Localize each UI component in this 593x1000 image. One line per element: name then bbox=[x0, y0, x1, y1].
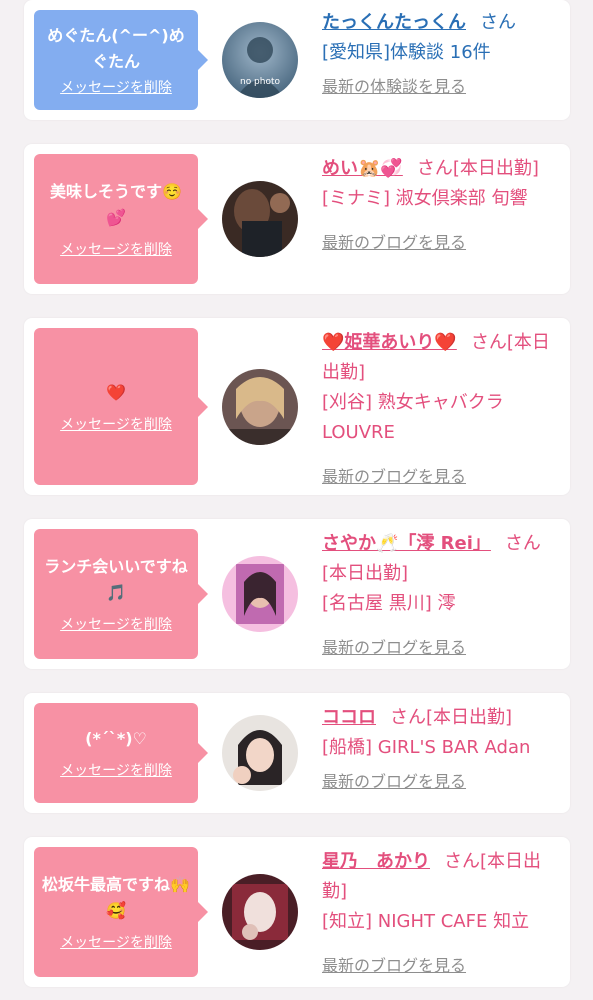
profile-info: めい🐹💞 さん[本日出勤] [ミナミ] 淑女倶楽部 旬響 最新のブログを見る bbox=[322, 154, 558, 258]
shop-info: [愛知県]体験談 16件 bbox=[322, 42, 491, 63]
profile-name-link[interactable]: ❤️姫華あいり❤️ bbox=[322, 332, 457, 353]
message-bubble: 松坂牛最高ですね🙌🥰 メッセージを削除 bbox=[34, 847, 208, 977]
message-text: ❤️ bbox=[106, 382, 126, 402]
message-bubble: ❤️ メッセージを削除 bbox=[34, 328, 208, 485]
photo-avatar[interactable] bbox=[222, 556, 298, 632]
message-card: 松坂牛最高ですね🙌🥰 メッセージを削除 星乃 あかり さん[本日出勤] [知立] … bbox=[24, 837, 570, 987]
photo-avatar[interactable] bbox=[222, 181, 298, 257]
profile-name-link[interactable]: めい🐹💞 bbox=[322, 158, 403, 179]
shop-info: [名古屋 黒川] 澪 bbox=[322, 593, 456, 614]
latest-blog-link[interactable]: 最新のブログを見る bbox=[322, 633, 558, 663]
delete-message-link[interactable]: メッセージを削除 bbox=[60, 762, 172, 780]
photo-avatar[interactable] bbox=[222, 874, 298, 950]
latest-reviews-link[interactable]: 最新の体験談を見る bbox=[322, 72, 558, 102]
profile-info: 星乃 あかり さん[本日出勤] [知立] NIGHT CAFE 知立 最新のブログ… bbox=[322, 847, 558, 981]
profile-name-link[interactable]: たっくんたっくん bbox=[322, 12, 466, 33]
message-card: ランチ会いいですね🎵 メッセージを削除 さやか🥂「澪 Rei」 さん[本日出勤] … bbox=[24, 519, 570, 669]
delete-message-link[interactable]: メッセージを削除 bbox=[60, 79, 172, 97]
honorific: さん[本日出勤] bbox=[390, 707, 513, 728]
message-text: 美味しそうです☺️💕 bbox=[50, 182, 182, 227]
latest-blog-link[interactable]: 最新のブログを見る bbox=[322, 951, 558, 981]
delete-message-link[interactable]: メッセージを削除 bbox=[60, 416, 172, 434]
message-text: (*´`*)♡ bbox=[85, 729, 147, 748]
shop-info: [ミナミ] 淑女倶楽部 旬響 bbox=[322, 188, 528, 209]
message-text: ランチ会いいですね🎵 bbox=[44, 557, 188, 602]
latest-blog-link[interactable]: 最新のブログを見る bbox=[322, 462, 558, 492]
profile-info: ココロ さん[本日出勤] [船橋] GIRL'S BAR Adan 最新のブログを… bbox=[322, 703, 558, 797]
profile-name-link[interactable]: さやか🥂「澪 Rei」 bbox=[322, 533, 491, 554]
message-card: ❤️ メッセージを削除 ❤️姫華あいり❤️ さん[本日出勤] [刈谷] 熟女キャバ… bbox=[24, 318, 570, 495]
shop-info: [知立] NIGHT CAFE 知立 bbox=[322, 911, 530, 932]
profile-info: さやか🥂「澪 Rei」 さん[本日出勤] [名古屋 黒川] 澪 最新のブログを見る bbox=[322, 529, 558, 663]
message-card: (*´`*)♡ メッセージを削除 ココロ さん[本日出勤] [船橋] GIRL'S… bbox=[24, 693, 570, 813]
message-text: めぐたん(^ー^)めぐたん bbox=[47, 26, 185, 71]
photo-avatar[interactable] bbox=[222, 369, 298, 445]
message-bubble: 美味しそうです☺️💕 メッセージを削除 bbox=[34, 154, 208, 284]
message-bubble: めぐたん(^ー^)めぐたん メッセージを削除 bbox=[34, 10, 208, 110]
profile-info: ❤️姫華あいり❤️ さん[本日出勤] [刈谷] 熟女キャバクラ LOUVRE 最新… bbox=[322, 328, 558, 492]
delete-message-link[interactable]: メッセージを削除 bbox=[60, 616, 172, 634]
avatar-caption: no photo bbox=[240, 77, 281, 87]
photo-avatar[interactable] bbox=[222, 715, 298, 791]
profile-name-link[interactable]: 星乃 あかり bbox=[322, 851, 430, 872]
delete-message-link[interactable]: メッセージを削除 bbox=[60, 241, 172, 259]
message-text: 松坂牛最高ですね🙌🥰 bbox=[42, 875, 190, 920]
shop-info: [刈谷] 熟女キャバクラ LOUVRE bbox=[322, 392, 504, 443]
honorific: さん bbox=[480, 12, 516, 33]
honorific: さん[本日出勤] bbox=[416, 158, 539, 179]
latest-blog-link[interactable]: 最新のブログを見る bbox=[322, 228, 558, 258]
latest-blog-link[interactable]: 最新のブログを見る bbox=[322, 767, 558, 797]
message-card: 美味しそうです☺️💕 メッセージを削除 めい🐹💞 さん[本日出勤] [ミナミ] 淑… bbox=[24, 144, 570, 294]
no-photo-avatar[interactable]: no photo bbox=[222, 22, 298, 98]
profile-info: たっくんたっくん さん [愛知県]体験談 16件 最新の体験談を見る bbox=[322, 8, 558, 102]
profile-name-link[interactable]: ココロ bbox=[322, 707, 376, 728]
delete-message-link[interactable]: メッセージを削除 bbox=[60, 934, 172, 952]
message-bubble: (*´`*)♡ メッセージを削除 bbox=[34, 703, 208, 803]
message-bubble: ランチ会いいですね🎵 メッセージを削除 bbox=[34, 529, 208, 659]
message-card: めぐたん(^ー^)めぐたん メッセージを削除 no photo たっくんたっくん… bbox=[24, 0, 570, 120]
shop-info: [船橋] GIRL'S BAR Adan bbox=[322, 737, 531, 758]
